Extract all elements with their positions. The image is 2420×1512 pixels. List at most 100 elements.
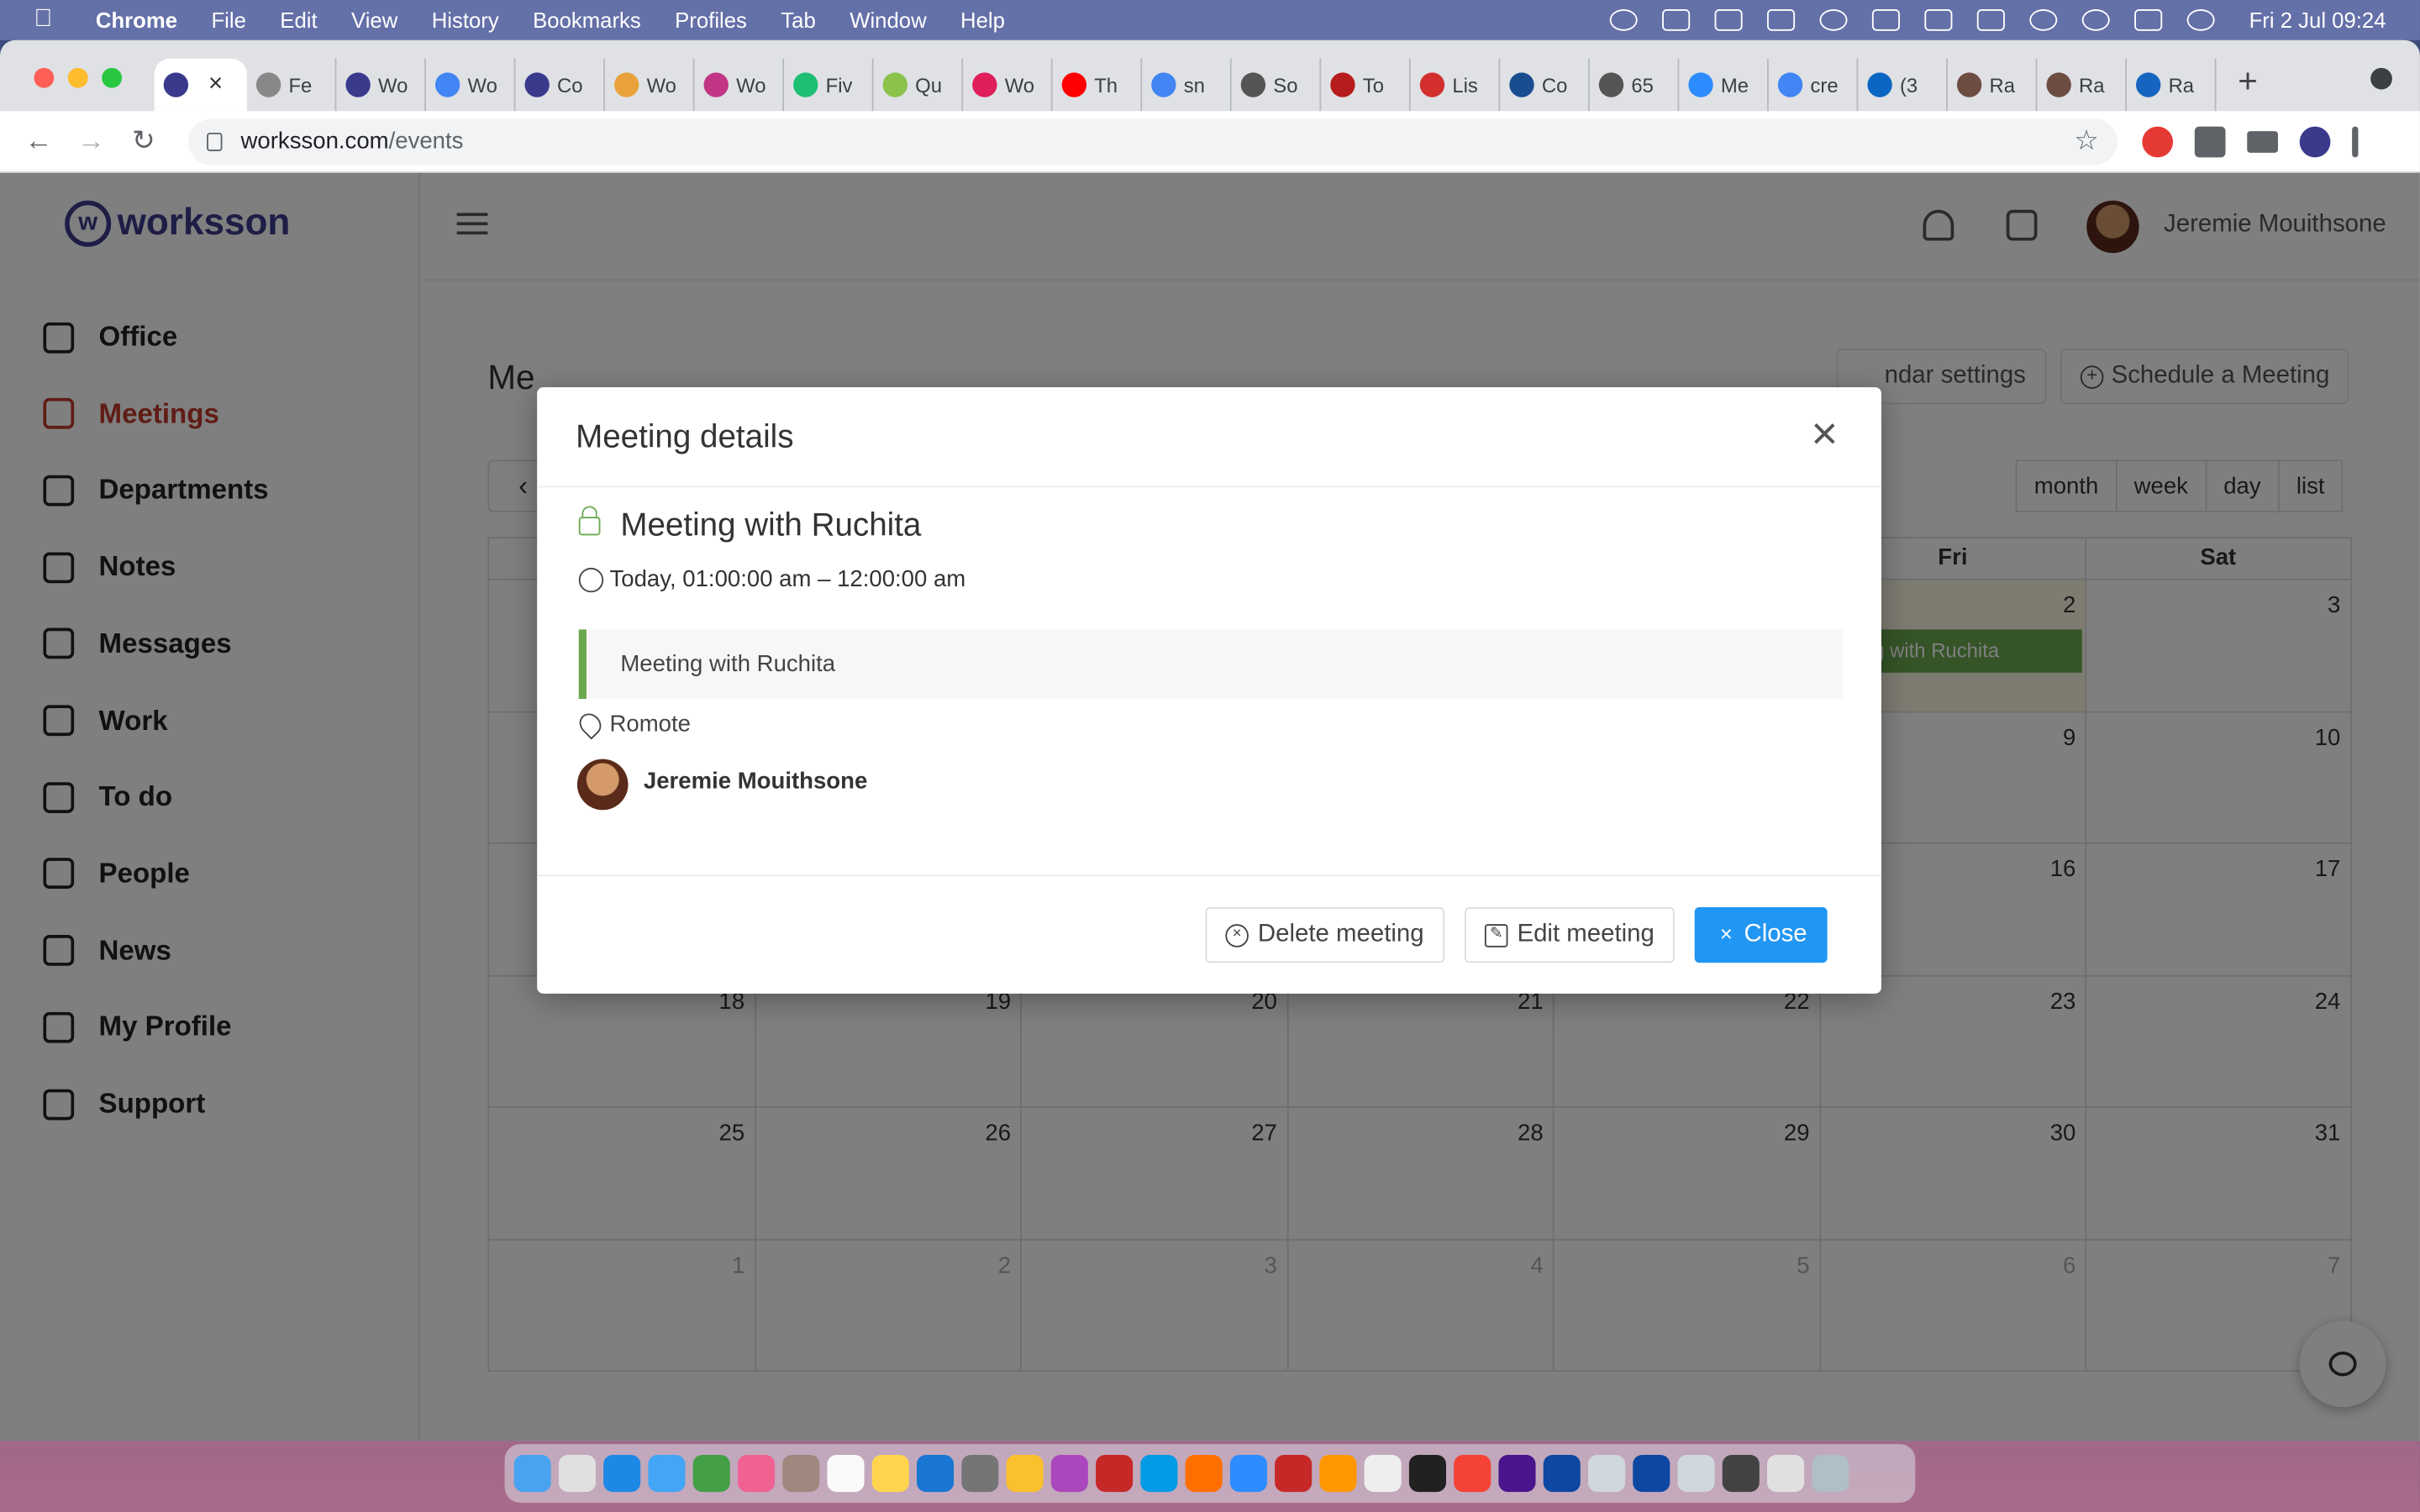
address-bar[interactable]: worksson.com/events ☆ [188, 118, 2118, 165]
contacts-icon[interactable] [782, 1455, 820, 1493]
tab-search-icon[interactable] [2370, 67, 2392, 90]
menu-view[interactable]: View [351, 8, 397, 32]
close-button[interactable]: × Close [1694, 906, 1828, 963]
menu-bookmarks[interactable]: Bookmarks [533, 8, 641, 32]
photos-icon[interactable] [737, 1455, 776, 1493]
menu-window[interactable]: Window [850, 8, 926, 32]
battery-icon[interactable] [1977, 9, 2006, 31]
close-x-icon: × [1719, 920, 1733, 945]
zoom-status-icon[interactable] [1662, 9, 1691, 31]
menu-help[interactable]: Help [960, 8, 1005, 32]
menu-edit[interactable]: Edit [280, 8, 317, 32]
app-store-icon[interactable] [916, 1455, 955, 1493]
notes-app-icon[interactable] [871, 1455, 909, 1493]
control-center-icon[interactable] [2134, 9, 2163, 31]
mail-app-icon[interactable] [648, 1455, 686, 1493]
adblock-extension-icon[interactable] [2142, 125, 2174, 157]
browser-tab[interactable]: To [1321, 58, 1411, 112]
back-icon[interactable]: ← [13, 125, 65, 158]
browser-tab[interactable]: Ra [2037, 58, 2127, 112]
lock-icon[interactable] [207, 132, 223, 151]
browser-tab[interactable]: Me [1679, 58, 1769, 112]
search-icon[interactable] [2082, 9, 2111, 31]
facetime-icon[interactable] [692, 1455, 730, 1493]
close-tab-icon[interactable]: × [208, 71, 223, 98]
todo-status-icon[interactable] [1715, 9, 1744, 31]
play-icon[interactable] [1819, 9, 1849, 31]
wifi-icon[interactable] [2029, 9, 2058, 31]
apple-icon[interactable]:  [34, 6, 65, 34]
menu-history[interactable]: History [432, 8, 499, 32]
browser-tab[interactable]: Wo [426, 58, 516, 112]
delete-meeting-button[interactable]: × Delete meeting [1205, 906, 1444, 963]
browser-tab[interactable]: Lis [1411, 58, 1501, 112]
safari-icon[interactable] [603, 1455, 641, 1493]
menu-tab[interactable]: Tab [781, 8, 815, 32]
edit-meeting-button[interactable]: ✎ Edit meeting [1465, 906, 1675, 963]
screenshot-icon[interactable] [1722, 1455, 1760, 1493]
reload-icon[interactable]: ↻ [118, 125, 170, 158]
keyboard-icon[interactable] [1872, 9, 1901, 31]
browser-tab[interactable]: Wo [336, 58, 426, 112]
forward-icon[interactable]: → [65, 125, 117, 158]
browser-tab[interactable]: (3 [1858, 58, 1948, 112]
menu-clock[interactable]: Fri 2 Jul 09:24 [2249, 8, 2386, 32]
tab-favicon-icon [703, 72, 729, 97]
filezilla-icon[interactable] [1096, 1455, 1134, 1493]
browser-tab[interactable]: Fiv [784, 58, 874, 112]
new-tab-button[interactable]: + [2238, 61, 2258, 102]
pdf-file-icon[interactable] [1767, 1455, 1805, 1493]
browser-tab[interactable]: Ra [1948, 58, 2038, 112]
browser-tab[interactable]: So [1232, 58, 1322, 112]
browser-tab[interactable]: Fe [247, 58, 337, 112]
document-icon[interactable] [1587, 1455, 1626, 1493]
photoshop-icon[interactable] [1543, 1455, 1581, 1493]
browser-tab[interactable]: Co [515, 58, 605, 112]
bookmark-star-icon[interactable]: ☆ [2074, 125, 2099, 158]
chrome-menu-icon[interactable] [2352, 125, 2359, 157]
browser-tab[interactable]: Co [1500, 58, 1590, 112]
trash-icon[interactable] [1812, 1455, 1849, 1493]
apple-tv-icon[interactable] [1408, 1455, 1446, 1493]
puzzle-extensions-icon[interactable] [2194, 125, 2226, 157]
vlc-icon[interactable] [1319, 1455, 1357, 1493]
textedit-icon[interactable] [1364, 1455, 1402, 1493]
system-preferences-icon[interactable] [961, 1455, 999, 1493]
reading-list-icon[interactable] [2247, 130, 2278, 152]
photoshop-file-icon[interactable] [1633, 1455, 1670, 1493]
finder-icon[interactable] [513, 1455, 551, 1493]
zoom-app-icon[interactable] [1229, 1455, 1267, 1493]
browser-tab[interactable]: Wo [605, 58, 695, 112]
siri-icon[interactable] [2187, 9, 2216, 31]
creative-cloud-app-icon[interactable] [1050, 1455, 1088, 1493]
browser-tab[interactable]: Qu [874, 58, 964, 112]
music-icon[interactable] [1454, 1455, 1491, 1493]
creative-cloud-icon[interactable] [1610, 9, 1639, 31]
minimize-window-button[interactable] [67, 67, 88, 88]
browser-tab[interactable]: sn [1142, 58, 1232, 112]
close-window-button[interactable] [34, 67, 55, 88]
profile-icon[interactable] [2299, 125, 2331, 157]
calendar-app-icon[interactable] [827, 1455, 865, 1493]
acrobat-icon[interactable] [1275, 1455, 1313, 1493]
illustrator-icon[interactable] [1185, 1455, 1223, 1493]
document-icon-2[interactable] [1677, 1455, 1715, 1493]
browser-tab[interactable]: Ra [2127, 58, 2217, 112]
dreamweaver-icon[interactable] [1498, 1455, 1536, 1493]
bluetooth-icon[interactable] [1924, 9, 1953, 31]
browser-tab[interactable]: Wo [695, 58, 785, 112]
browser-tab[interactable]: Wo [963, 58, 1053, 112]
menu-profiles[interactable]: Profiles [675, 8, 747, 32]
launchpad-icon[interactable] [558, 1455, 596, 1493]
menu-app-name[interactable]: Chrome [96, 8, 177, 32]
browser-tab[interactable]: × [154, 58, 247, 112]
browser-tab[interactable]: Th [1053, 58, 1143, 112]
zoom-window-button[interactable] [102, 67, 123, 88]
menu-file[interactable]: File [211, 8, 245, 32]
browser-tab[interactable]: 65 [1590, 58, 1680, 112]
vlc-status-icon[interactable] [1767, 9, 1796, 31]
chrome-app-icon[interactable] [1006, 1455, 1044, 1493]
close-icon[interactable]: × [1811, 411, 1838, 458]
browser-tab[interactable]: cre [1769, 58, 1859, 112]
skype-icon[interactable] [1140, 1455, 1178, 1493]
